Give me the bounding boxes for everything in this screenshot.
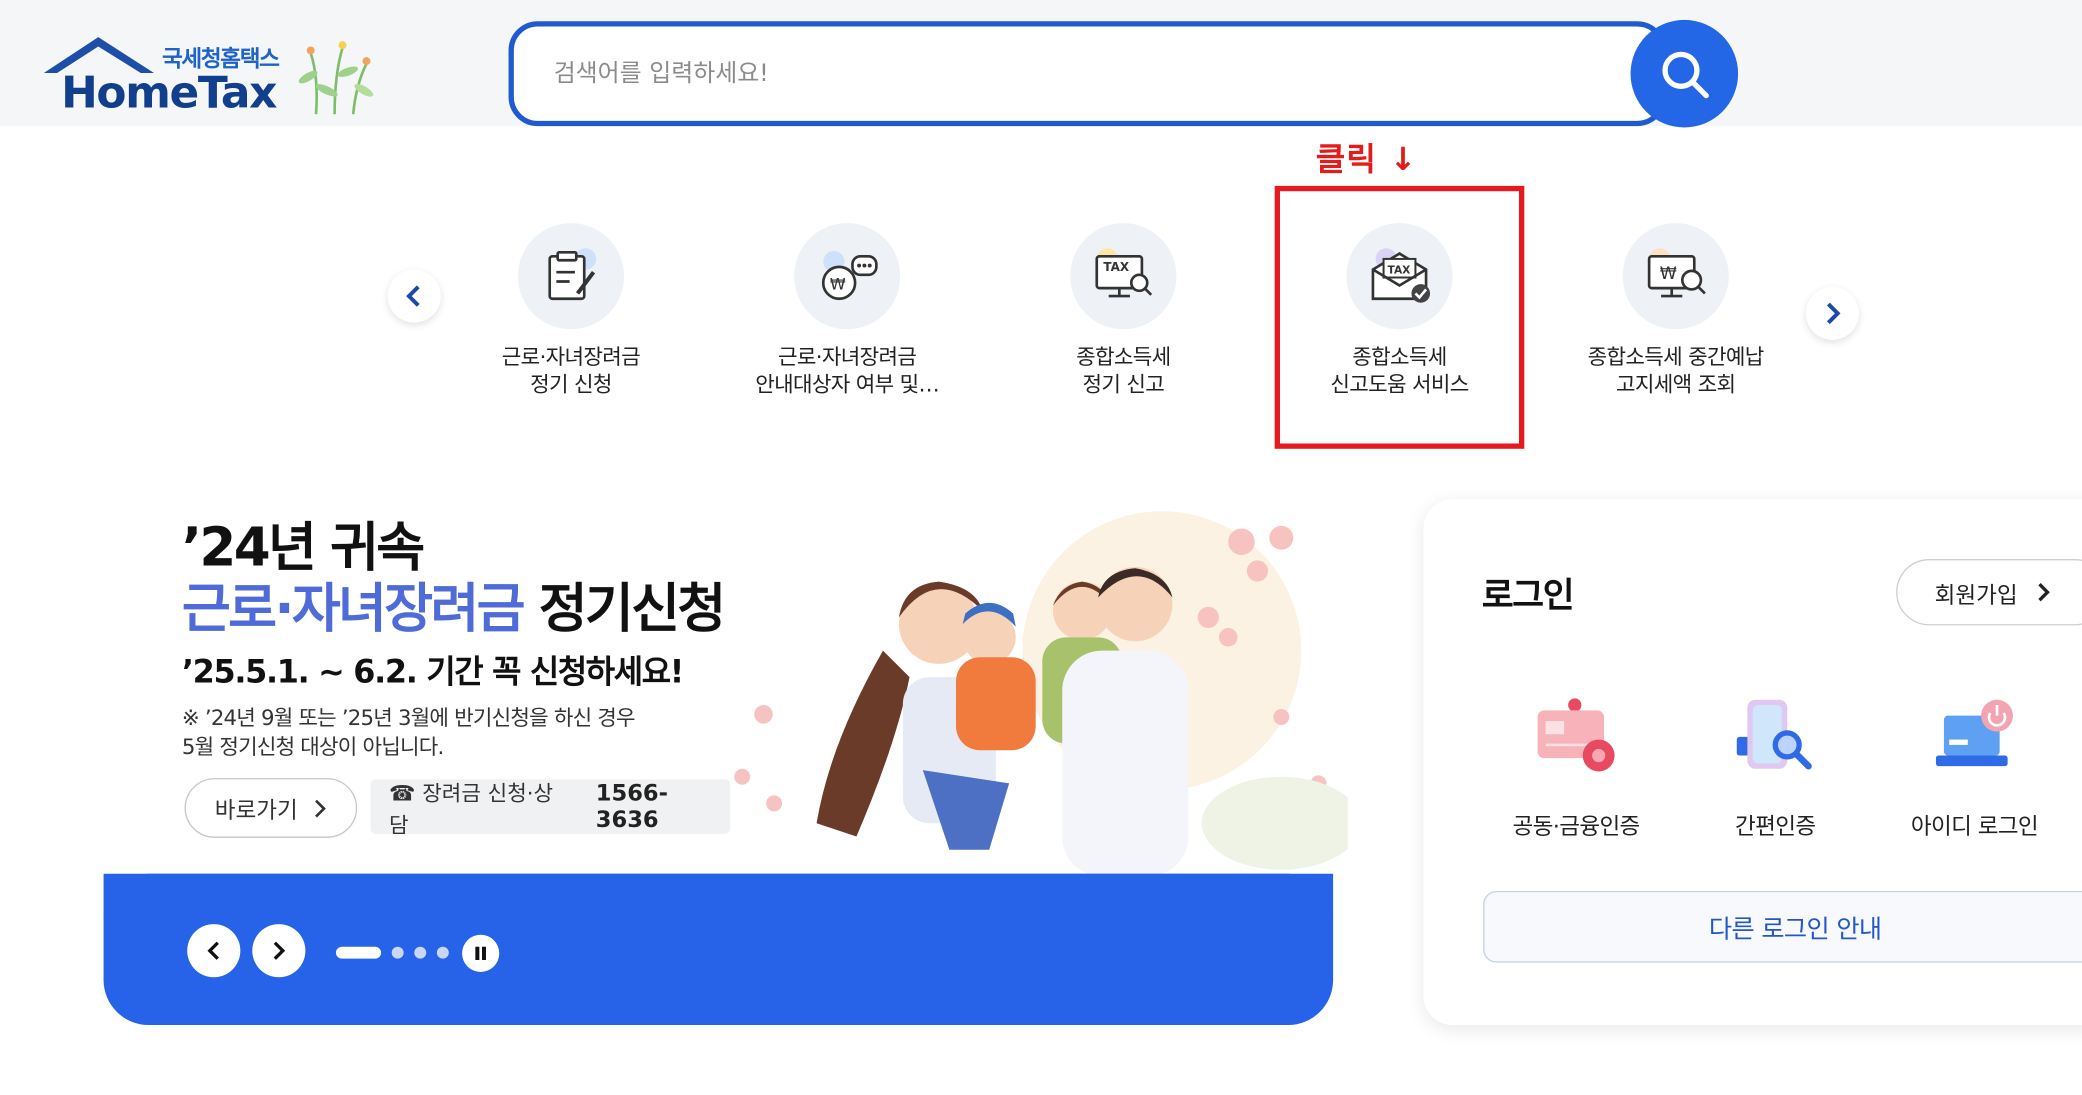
banner-phone-number: 1566-3636 [595, 780, 668, 834]
logo-english-text: HomeTax [61, 66, 277, 119]
banner-go-label: 바로가기 [214, 798, 298, 825]
service-item-earned-income-apply[interactable]: 근로·자녀장려금 정기 신청 [451, 223, 690, 398]
login-option-label: 공동·금융인증 [1512, 813, 1641, 841]
other-login-guide-button[interactable]: 다른 로그인 안내 [1483, 890, 2082, 963]
service-label: 근로·자녀장려금 안내대상자 여부 및… [755, 343, 940, 398]
slider-prev-button[interactable] [187, 924, 241, 978]
pause-icon [475, 946, 486, 960]
banner-note: ※ ’24년 9월 또는 ’25년 3월에 반기신청을 하신 경우 5월 정기신… [181, 705, 636, 760]
login-option-certificate[interactable]: 공동·금융인증 [1477, 690, 1676, 840]
service-item-income-tax-filing[interactable]: TAX 종합소득세 정기 신고 [1004, 223, 1243, 398]
header: 국세청홈택스 HomeTax [0, 0, 2082, 128]
signup-button[interactable]: 회원가입 [1896, 559, 2082, 626]
form-pen-icon [517, 223, 625, 330]
service-item-income-tax-help[interactable]: TAX 종합소득세 신고도움 서비스 [1280, 223, 1519, 398]
chevron-right-icon [1826, 302, 1841, 325]
login-title: 로그인 [1481, 576, 1575, 617]
banner-phone-label: ☎ 장려금 신청·상담 [389, 780, 554, 838]
slider-dot[interactable] [391, 946, 404, 959]
certificate-card-icon [1523, 690, 1629, 783]
service-label: 종합소득세 중간예납 고지세액 조회 [1587, 343, 1765, 398]
search-button[interactable] [1630, 19, 1739, 128]
signup-label: 회원가입 [1934, 582, 2018, 609]
chevron-left-icon [406, 285, 420, 307]
chevron-left-icon [207, 941, 219, 960]
service-item-earned-income-eligibility[interactable]: ₩ 근로·자녀장려금 안내대상자 여부 및… [728, 223, 967, 398]
tax-monitor-icon: TAX [1070, 223, 1177, 330]
family-illustration [734, 511, 1348, 877]
login-option-id-login[interactable]: 아이디 로그인 [1875, 690, 2074, 840]
banner-title-highlight: 근로·자녀장려금 [181, 578, 526, 640]
won-monitor-search-icon: ₩ [1622, 223, 1729, 330]
hometax-logo[interactable]: 국세청홈택스 HomeTax [40, 32, 385, 120]
chevron-right-icon [2037, 583, 2050, 602]
service-label: 종합소득세 신고도움 서비스 [1330, 343, 1469, 398]
slider-next-button[interactable] [252, 924, 306, 978]
service-label: 근로·자녀장려금 정기 신청 [501, 343, 641, 398]
chevron-right-icon [315, 799, 327, 817]
login-option-label: 간편인증 [1735, 813, 1816, 841]
svg-text:TAX: TAX [1388, 264, 1411, 277]
slider-dot-active[interactable] [335, 946, 382, 959]
banner-title-line2: 근로·자녀장려금 정기신청 [181, 566, 727, 643]
search-box[interactable] [508, 21, 1667, 127]
svg-text:TAX: TAX [1103, 260, 1129, 274]
slider-dot[interactable] [414, 946, 427, 959]
tax-envelope-check-icon: TAX [1346, 223, 1453, 330]
services-next-button[interactable] [1805, 286, 1859, 340]
plant-decoration-icon [298, 41, 374, 115]
laptop-power-icon [1921, 690, 2027, 783]
banner-date-text: ’25.5.1. ~ 6.2. 기간 꼭 신청하세요! [181, 653, 684, 691]
chat-won-icon: ₩ [794, 223, 901, 330]
slider-dot[interactable] [436, 946, 449, 959]
phone-search-icon [1722, 690, 1828, 783]
svg-text:₩: ₩ [1660, 264, 1677, 284]
svg-text:₩: ₩ [830, 274, 846, 293]
banner-go-button[interactable]: 바로가기 [184, 778, 358, 838]
page: 국세청홈택스 HomeTax 클 [0, 0, 2082, 1093]
services-prev-button[interactable] [387, 269, 441, 323]
service-label: 종합소득세 정기 신고 [1076, 343, 1171, 398]
banner-title-rest: 정기신청 [522, 578, 727, 640]
service-item-interim-prepayment[interactable]: ₩ 종합소득세 중간예납 고지세액 조회 [1556, 223, 1795, 398]
search-icon [1661, 51, 1709, 98]
login-option-label: 아이디 로그인 [1910, 813, 2039, 841]
banner-phone-info: ☎ 장려금 신청·상담 1566-3636 [370, 779, 731, 837]
search-input[interactable] [553, 53, 1590, 93]
login-option-simple-auth[interactable]: 간편인증 [1676, 690, 1875, 840]
click-annotation-label: 클릭 ↓ [1315, 140, 1418, 178]
slider-pause-button[interactable] [462, 934, 500, 972]
chevron-right-icon [273, 941, 286, 960]
